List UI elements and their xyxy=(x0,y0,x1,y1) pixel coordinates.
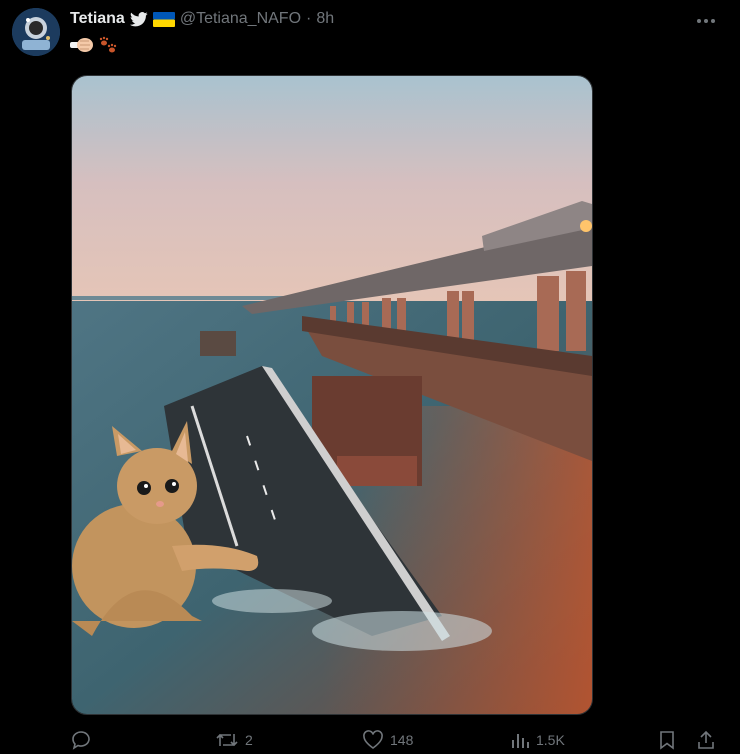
retweet-button[interactable]: 2 xyxy=(215,730,253,750)
twitter-bird-icon xyxy=(129,11,148,27)
timestamp[interactable]: 8h xyxy=(316,10,334,28)
retweet-count: 2 xyxy=(245,732,253,748)
view-count: 1.5K xyxy=(536,732,565,748)
views-button[interactable]: 1.5K xyxy=(510,730,565,750)
like-button[interactable]: 148 xyxy=(362,730,413,750)
bookmark-icon xyxy=(658,730,676,750)
tweet-text xyxy=(70,36,118,59)
more-button[interactable] xyxy=(694,10,718,30)
paw-prints-emoji xyxy=(98,36,118,59)
share-icon xyxy=(696,730,716,750)
like-count: 148 xyxy=(390,732,414,748)
tweet-header: Tetiana @Tetiana_NAFO · 8h xyxy=(70,9,334,29)
author-handle[interactable]: @Tetiana_NAFO xyxy=(180,10,301,28)
share-button[interactable] xyxy=(696,730,716,750)
tweet-media-image[interactable] xyxy=(71,75,593,715)
fist-emoji xyxy=(70,36,94,59)
more-icon xyxy=(696,11,716,29)
reply-button[interactable] xyxy=(70,730,98,750)
ukraine-flag-icon xyxy=(152,11,175,27)
bookmark-button[interactable] xyxy=(658,730,676,750)
author-name[interactable]: Tetiana xyxy=(70,10,125,28)
bridge-cat-photo xyxy=(72,76,592,714)
avatar[interactable] xyxy=(12,8,60,56)
retweet-icon xyxy=(215,730,239,750)
separator-dot: · xyxy=(306,10,312,27)
heart-icon xyxy=(362,730,384,750)
tweet-actions: 2 148 1.5K xyxy=(70,730,720,752)
bar-chart-icon xyxy=(510,730,530,750)
reply-icon xyxy=(70,730,92,750)
